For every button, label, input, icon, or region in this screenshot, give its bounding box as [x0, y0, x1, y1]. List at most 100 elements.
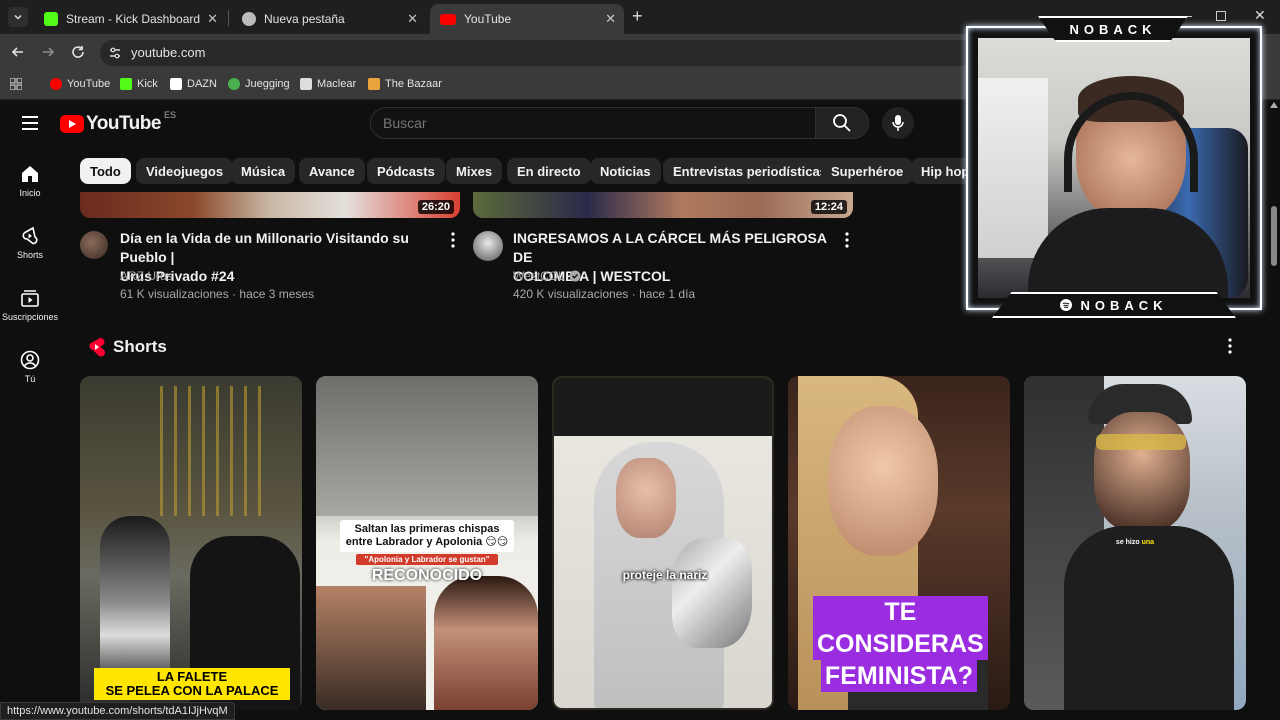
short-card[interactable]: TE CONSIDERAS FEMINISTA? — [788, 376, 1010, 710]
close-icon[interactable]: ✕ — [207, 11, 218, 27]
short-caption: LA FALETE SE PELEA CON LA PALACE — [94, 668, 290, 700]
bookmark-the-bazaar[interactable]: The Bazaar — [368, 76, 442, 92]
tab-label: Stream - Kick Dashboard — [66, 12, 201, 26]
scroll-up-arrow[interactable] — [1270, 102, 1278, 108]
channel-avatar[interactable] — [473, 231, 503, 261]
chip-en-directo[interactable]: En directo — [507, 158, 591, 184]
tab-kick-dashboard[interactable]: Stream - Kick Dashboard ✕ — [34, 4, 226, 34]
streamer-name: NOBACK — [1069, 21, 1157, 37]
chip-podcasts[interactable]: Pódcasts — [367, 158, 445, 184]
bookmark-kick[interactable]: Kick — [120, 76, 158, 92]
chip-mixes[interactable]: Mixes — [446, 158, 503, 184]
dazn-icon — [170, 78, 182, 90]
search-box[interactable] — [370, 107, 816, 139]
caption-word: se hizo — [1115, 539, 1140, 546]
region-code: ES — [163, 110, 176, 120]
spotify-icon — [1060, 299, 1073, 311]
bookmark-dazn[interactable]: DAZN — [170, 76, 217, 92]
bookmark-juegging[interactable]: Juegging — [228, 76, 290, 92]
webcam-nameplate-top: NOBACK — [1038, 16, 1188, 42]
tab-search-button[interactable] — [8, 7, 28, 27]
sidebar-label: Suscripciones — [1, 312, 59, 322]
home-icon — [22, 166, 38, 182]
sidebar-item-tu[interactable]: Tú — [0, 350, 60, 384]
sidebar-label: Tú — [24, 374, 36, 384]
bookmark-label: Maclear — [317, 78, 357, 90]
tab-label: YouTube — [464, 12, 512, 26]
short-thumbnail-face — [1094, 412, 1190, 532]
kick-icon — [44, 12, 58, 26]
reload-icon[interactable] — [70, 44, 86, 60]
scrollbar-thumb[interactable] — [1271, 206, 1277, 266]
channel-name[interactable]: WestCOL — [513, 269, 581, 283]
more-options-icon[interactable] — [1227, 338, 1233, 354]
chip-superheroe[interactable]: Superhéroe — [821, 158, 914, 184]
video-thumbnail-2[interactable]: 12:24 — [473, 192, 853, 218]
caption-line: TE CONSIDERAS — [813, 596, 988, 660]
chip-avance[interactable]: Avance — [299, 158, 365, 184]
tab-new-tab[interactable]: Nueva pestaña ✕ — [232, 4, 426, 34]
short-thumbnail-object — [672, 538, 752, 648]
forward-arrow-icon[interactable] — [40, 44, 56, 60]
bookmark-youtube[interactable]: YouTube — [50, 76, 110, 92]
caption-word: una — [1141, 539, 1155, 546]
address-bar[interactable]: youtube.com — [100, 40, 980, 66]
bookmark-label: Kick — [137, 78, 158, 90]
video-duration: 26:20 — [417, 200, 454, 214]
youtube-play-icon — [60, 115, 84, 133]
video-duration: 12:24 — [810, 200, 847, 214]
back-arrow-icon[interactable] — [10, 44, 26, 60]
short-thumbnail-face — [616, 458, 676, 538]
search-input[interactable] — [383, 114, 803, 132]
sidebar-label: Shorts — [16, 250, 43, 260]
short-card[interactable]: se hizo una — [1024, 376, 1246, 710]
verified-icon — [569, 270, 581, 282]
caption-line: SE PELEA CON LA PALACE — [105, 683, 279, 698]
webcam-nameplate-bottom: NOBACK — [992, 292, 1236, 318]
youtube-icon — [50, 78, 62, 90]
chip-noticias[interactable]: Noticias — [590, 158, 661, 184]
tab-youtube[interactable]: YouTube ✕ — [430, 4, 624, 34]
caption-line: Saltan las primeras chispas — [354, 523, 500, 535]
chip-videojuegos[interactable]: Videojuegos — [136, 158, 234, 184]
bookmark-maclear[interactable]: Maclear — [300, 76, 356, 92]
webcam-shelf — [978, 78, 1048, 258]
short-card[interactable]: proteje la nariz — [552, 376, 774, 710]
channel-name[interactable]: ARZ Urus — [120, 269, 173, 283]
more-options-icon[interactable] — [450, 232, 456, 248]
chip-todo[interactable]: Todo — [80, 158, 131, 184]
apps-grid-icon[interactable] — [10, 78, 22, 90]
short-caption-tag: "Apolonia y Labrador se gustan" — [356, 554, 498, 565]
close-icon[interactable]: ✕ — [407, 11, 418, 27]
close-icon[interactable]: ✕ — [605, 11, 616, 27]
webcam-feed — [978, 38, 1250, 298]
shorts-logo-icon — [89, 337, 106, 357]
video-thumbnail-1[interactable]: 26:20 — [80, 192, 460, 218]
channel-avatar[interactable] — [80, 231, 108, 259]
short-card[interactable]: Saltan las primeras chispas entre Labrad… — [316, 376, 538, 710]
voice-search-button[interactable] — [882, 107, 914, 139]
more-options-icon[interactable] — [844, 232, 850, 248]
chip-musica[interactable]: Música — [231, 158, 296, 184]
menu-icon[interactable] — [20, 114, 40, 132]
bookmark-label: Juegging — [245, 78, 290, 90]
sidebar-item-suscripciones[interactable]: Suscripciones — [0, 288, 60, 322]
short-thumbnail-figure — [316, 586, 426, 710]
juegging-icon — [228, 78, 240, 90]
new-tab-button[interactable]: + — [632, 6, 643, 27]
page-scrollbar[interactable] — [1268, 100, 1280, 720]
streamer-name: NOBACK — [1080, 297, 1168, 313]
sidebar-item-inicio[interactable]: Inicio — [0, 164, 60, 198]
shorts-heading: Shorts — [113, 337, 167, 356]
youtube-logo[interactable]: YouTube ES — [60, 110, 176, 135]
site-info-icon[interactable] — [108, 46, 122, 60]
sidebar-item-shorts[interactable]: Shorts — [0, 226, 60, 260]
chip-entrevistas[interactable]: Entrevistas periodísticas — [663, 158, 837, 184]
maclear-icon — [300, 78, 312, 90]
youtube-icon — [440, 13, 456, 25]
restore-button[interactable] — [1216, 11, 1226, 21]
short-card[interactable]: LA FALETE SE PELEA CON LA PALACE — [80, 376, 302, 710]
tab-label: Nueva pestaña — [264, 12, 345, 26]
short-thumbnail-figure — [100, 516, 170, 686]
search-button[interactable] — [815, 107, 869, 139]
